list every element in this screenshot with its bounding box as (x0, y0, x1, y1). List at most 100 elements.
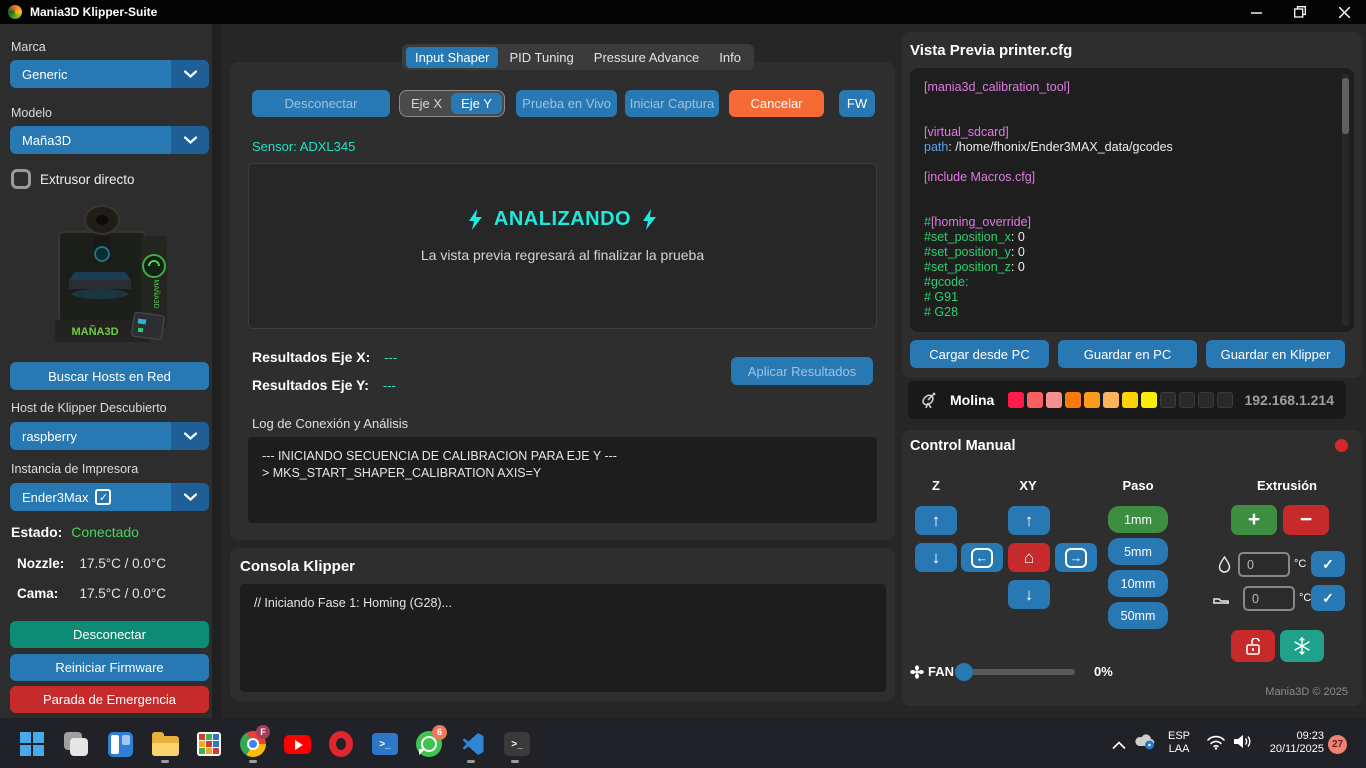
vscode-button[interactable] (459, 730, 487, 758)
color-swatch[interactable] (1008, 392, 1024, 408)
iniciar-captura-button[interactable]: Iniciar Captura (625, 90, 719, 117)
youtube-button[interactable] (283, 730, 311, 758)
z-up-button[interactable]: ↑ (915, 506, 957, 535)
host-dropdown[interactable]: raspberry (10, 422, 209, 450)
language-indicator[interactable]: ESP LAA (1168, 730, 1190, 756)
hotend-confirm-button[interactable]: ✓ (1311, 551, 1345, 577)
onedrive-tray-button[interactable] (1134, 732, 1156, 755)
scrollbar-handle[interactable] (1342, 78, 1349, 134)
restore-button[interactable] (1278, 0, 1322, 24)
fw-button[interactable]: FW (839, 90, 875, 117)
color-swatch[interactable] (1065, 392, 1081, 408)
extrude-minus-button[interactable]: − (1283, 505, 1329, 535)
powershell-button[interactable]: >_ (371, 730, 399, 758)
fan-slider[interactable] (957, 669, 1075, 675)
grid-app-button[interactable] (195, 730, 223, 758)
desconectar-button[interactable]: Desconectar (252, 90, 390, 117)
check-icon: ✓ (1322, 590, 1334, 607)
color-swatch[interactable] (1141, 392, 1157, 408)
color-swatch[interactable] (1027, 392, 1043, 408)
control-manual-card: Control Manual Z XY Paso Extrusión ↑ ↓ ↑… (902, 430, 1362, 706)
eje-x-option[interactable]: Eje X (402, 93, 451, 114)
color-swatch-empty[interactable] (1160, 392, 1176, 408)
file-explorer-button[interactable] (151, 730, 179, 758)
guardar-en-pc-button[interactable]: Guardar en PC (1058, 340, 1197, 368)
widgets-button[interactable] (106, 730, 134, 758)
bed-confirm-button[interactable]: ✓ (1311, 585, 1345, 611)
y-minus-button[interactable]: ↓ (1008, 580, 1050, 609)
prueba-en-vivo-button[interactable]: Prueba en Vivo (516, 90, 617, 117)
instancia-label: Instancia de Impresora (11, 462, 138, 476)
desconectar-sidebar-button[interactable]: Desconectar (10, 621, 209, 648)
marca-value: Generic (10, 60, 171, 88)
extrusor-checkbox[interactable] (11, 169, 31, 189)
modelo-dropdown[interactable]: Maña3D (10, 126, 209, 154)
instancia-dropdown[interactable]: Ender3Max ✓ (10, 483, 209, 511)
terminal-button[interactable]: >_ (503, 730, 531, 758)
reiniciar-firmware-button[interactable]: Reiniciar Firmware (10, 654, 209, 681)
color-swatch-empty[interactable] (1217, 392, 1233, 408)
cfg-line (924, 200, 1340, 215)
estado-value: Conectado (71, 524, 139, 540)
eje-y-option[interactable]: Eje Y (451, 93, 502, 114)
unlock-button[interactable] (1231, 630, 1275, 662)
cfg-line (924, 95, 1340, 110)
paso-column-label: Paso (1108, 478, 1168, 493)
arrow-up-icon: ↑ (1025, 511, 1034, 531)
profile-ip: 192.168.1.214 (1244, 392, 1334, 408)
hotend-temp-input[interactable]: 0 (1238, 552, 1290, 577)
color-swatch[interactable] (1046, 392, 1062, 408)
sidebar-vertical-scrollbar[interactable] (212, 24, 222, 718)
paso-50mm-button[interactable]: 50mm (1108, 602, 1168, 629)
close-button[interactable] (1322, 0, 1366, 24)
log-line: > MKS_START_SHAPER_CALIBRATION AXIS=Y (262, 465, 863, 482)
color-swatch-empty[interactable] (1198, 392, 1214, 408)
tray-expand-button[interactable] (1112, 737, 1126, 755)
notification-badge[interactable]: 27 (1328, 735, 1347, 754)
tab-info[interactable]: Info (710, 47, 750, 68)
paso-10mm-button[interactable]: 10mm (1108, 570, 1168, 597)
home-button[interactable]: ⌂ (1008, 543, 1050, 572)
color-swatch-empty[interactable] (1179, 392, 1195, 408)
tab-pid-tuning[interactable]: PID Tuning (500, 47, 582, 68)
z-down-button[interactable]: ↓ (915, 543, 957, 572)
cfg-line: #set_position_x: 0 (924, 230, 1340, 245)
color-swatch[interactable] (1084, 392, 1100, 408)
clock-tray[interactable]: 09:23 20/11/2025 (1262, 730, 1324, 756)
unlock-icon (1245, 638, 1261, 655)
x-minus-button[interactable]: ← (961, 543, 1003, 572)
cfg-preview-title: Vista Previa printer.cfg (910, 42, 1072, 59)
minimize-button[interactable] (1234, 0, 1278, 24)
buscar-hosts-button[interactable]: Buscar Hosts en Red (10, 362, 209, 390)
wifi-tray-button[interactable] (1206, 734, 1226, 755)
bed-temp-input[interactable]: 0 (1243, 586, 1295, 611)
cfg-scrollbar[interactable] (1342, 74, 1349, 326)
cooldown-button[interactable] (1280, 630, 1324, 662)
chrome-button[interactable]: F (239, 730, 267, 758)
cfg-line (924, 185, 1340, 200)
task-view-button[interactable] (62, 730, 90, 758)
cama-row: Cama: 17.5°C / 0.0°C (17, 585, 166, 603)
log-line: // Iniciando Fase 1: Homing (G28)... (254, 595, 872, 612)
start-button[interactable] (18, 730, 46, 758)
cargar-desde-pc-button[interactable]: Cargar desde PC (910, 340, 1049, 368)
extrude-plus-button[interactable]: + (1231, 505, 1277, 535)
parada-emergencia-button[interactable]: Parada de Emergencia (10, 686, 209, 713)
home-icon: ⌂ (1024, 548, 1034, 568)
aplicar-resultados-button[interactable]: Aplicar Resultados (731, 357, 873, 385)
marca-dropdown[interactable]: Generic (10, 60, 209, 88)
volume-tray-button[interactable] (1233, 733, 1253, 755)
guardar-en-klipper-button[interactable]: Guardar en Klipper (1206, 340, 1345, 368)
whatsapp-button[interactable]: 6 (415, 730, 443, 758)
x-plus-button[interactable]: → (1055, 543, 1097, 572)
tab-input-shaper[interactable]: Input Shaper (406, 47, 498, 68)
cancelar-button[interactable]: Cancelar (729, 90, 824, 117)
color-swatch[interactable] (1122, 392, 1138, 408)
y-plus-button[interactable]: ↑ (1008, 506, 1050, 535)
opera-button[interactable] (327, 730, 355, 758)
tab-pressure-advance[interactable]: Pressure Advance (585, 47, 709, 68)
fan-slider-handle[interactable] (955, 663, 973, 681)
color-swatch[interactable] (1103, 392, 1119, 408)
paso-1mm-button[interactable]: 1mm (1108, 506, 1168, 533)
paso-5mm-button[interactable]: 5mm (1108, 538, 1168, 565)
